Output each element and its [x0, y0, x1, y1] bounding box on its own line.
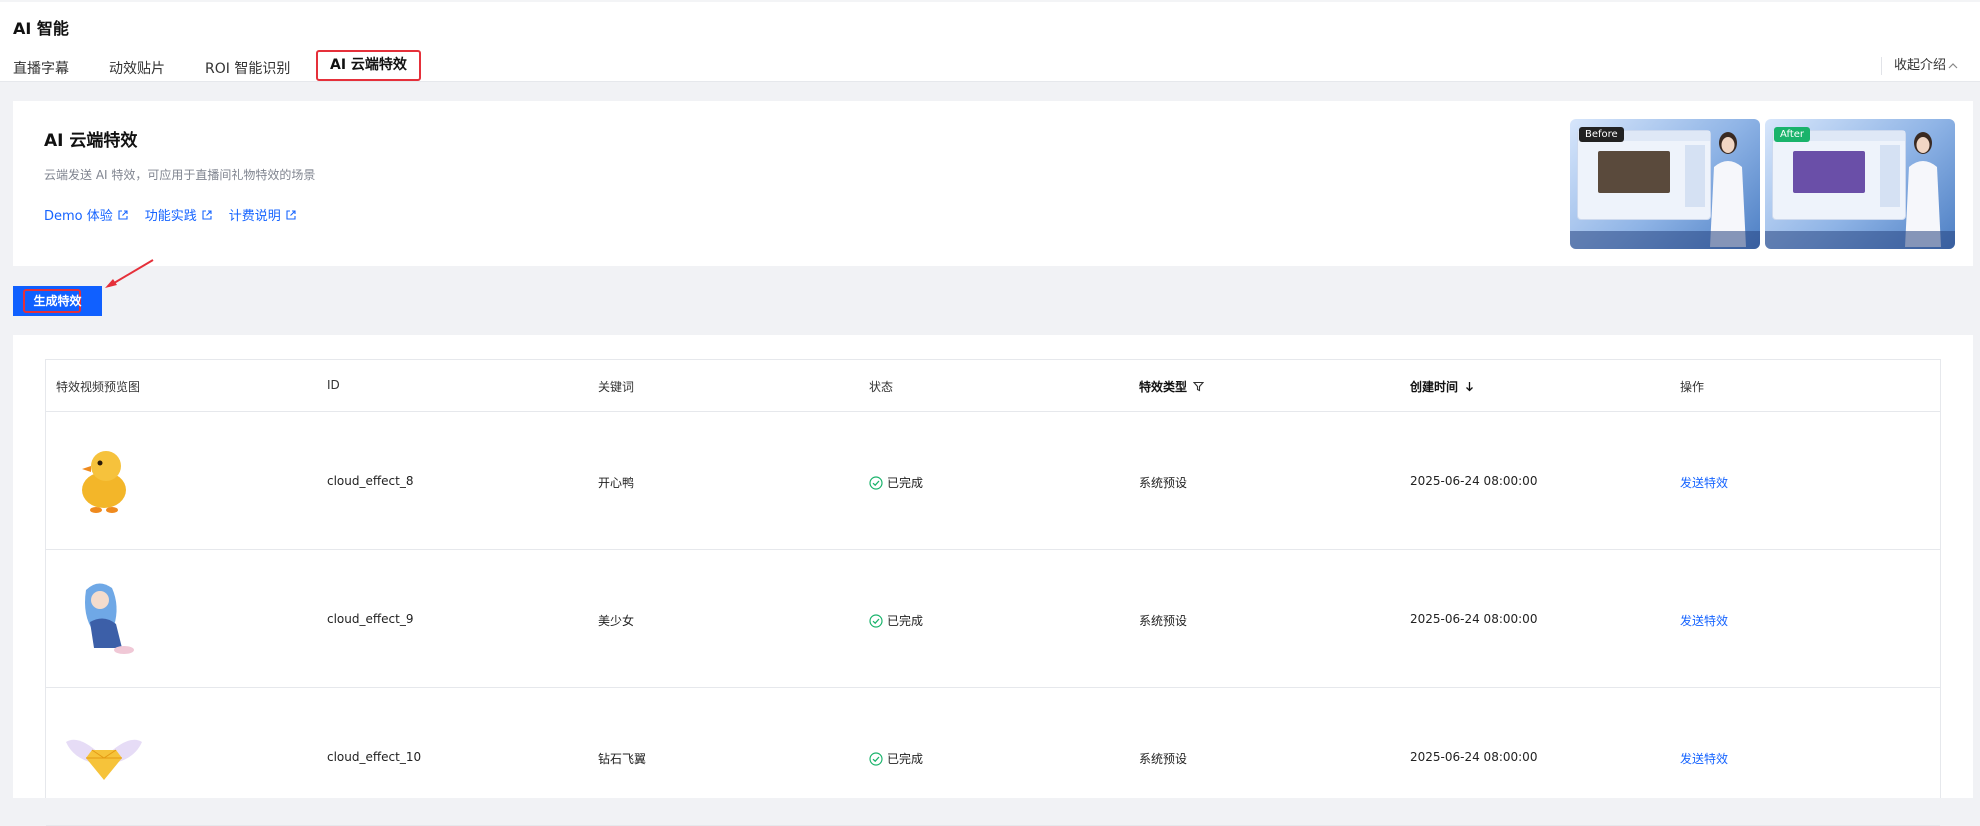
effect-keyword: 钻石飞翼 — [598, 752, 647, 766]
column-keyword: 关键词 — [598, 380, 635, 394]
preview-screen — [1578, 131, 1710, 219]
column-status: 状态 — [869, 380, 894, 394]
effect-id: cloud_effect_10 — [327, 750, 422, 764]
effect-keyword: 开心鸭 — [598, 476, 635, 490]
send-effect-link[interactable]: 发送特效 — [1680, 750, 1728, 767]
before-badge: Before — [1579, 127, 1624, 142]
presenter-illustration — [1905, 132, 1941, 247]
demo-link[interactable]: Demo 体验 — [44, 205, 128, 224]
column-id: ID — [327, 378, 340, 392]
column-created-time[interactable]: 创建时间 — [1410, 378, 1475, 395]
effect-id: cloud_effect_9 — [327, 612, 414, 626]
send-effect-link[interactable]: 发送特效 — [1680, 612, 1728, 629]
column-preview: 特效视频预览图 — [56, 380, 141, 394]
annotation-arrow-icon — [105, 259, 154, 288]
duck-effect-thumbnail — [82, 451, 126, 513]
table-row: cloud_effect_8 开心鸭 已完成 系统预设 2025-06-24 0… — [46, 412, 1940, 550]
filter-icon[interactable] — [1193, 381, 1205, 392]
column-created-time-label: 创建时间 — [1410, 380, 1459, 394]
tab-live-subtitles[interactable]: 直播字幕 — [13, 58, 69, 78]
external-link-icon — [286, 209, 296, 220]
tab-ai-cloud-effects[interactable]: AI 云端特效 — [316, 50, 421, 81]
page-title: AI 智能 — [13, 19, 69, 38]
chevron-up-icon — [1948, 63, 1958, 69]
table-header: 特效视频预览图 ID 关键词 状态 特效类型 创建时间 操作 — [46, 360, 1940, 412]
check-circle-icon — [869, 475, 883, 490]
effect-id: cloud_effect_8 — [327, 474, 414, 488]
send-effect-link[interactable]: 发送特效 — [1680, 474, 1728, 491]
effects-table-card: 特效视频预览图 ID 关键词 状态 特效类型 创建时间 操作 cloud_eff… — [13, 335, 1973, 826]
effects-table: 特效视频预览图 ID 关键词 状态 特效类型 创建时间 操作 cloud_eff… — [45, 359, 1941, 826]
check-circle-icon — [869, 751, 883, 766]
practice-link[interactable]: 功能实践 — [145, 205, 212, 224]
effect-type: 系统预设 — [1139, 614, 1188, 628]
created-time: 2025-06-24 08:00:00 — [1410, 474, 1538, 488]
tab-roi-recognition[interactable]: ROI 智能识别 — [205, 58, 290, 78]
intro-description: 云端发送 AI 特效，可应用于直播间礼物特效的场景 — [44, 168, 316, 182]
effect-type: 系统预设 — [1139, 476, 1188, 490]
top-bar: AI 智能 直播字幕 动效贴片 ROI 智能识别 AI 云端特效 收起介绍 — [0, 0, 1980, 82]
external-link-icon — [118, 209, 128, 220]
practice-link-label: 功能实践 — [144, 209, 197, 224]
intro-links: Demo 体验 功能实践 计费说明 — [44, 205, 296, 224]
table-row: cloud_effect_9 美少女 已完成 系统预设 2025-06-24 0… — [46, 550, 1940, 688]
collapse-intro-label: 收起介绍 — [1893, 58, 1946, 73]
status-badge: 已完成 — [869, 750, 923, 767]
intro-title: AI 云端特效 — [44, 131, 138, 151]
top-divider — [0, 0, 1980, 2]
created-time: 2025-06-24 08:00:00 — [1410, 750, 1538, 764]
status-label: 已完成 — [887, 614, 924, 628]
girl-effect-thumbnail — [85, 583, 134, 654]
before-preview-image: Before — [1570, 119, 1760, 249]
generate-effect-label: 生成特效 — [33, 294, 82, 308]
effect-type: 系统预设 — [1139, 752, 1188, 766]
table-row: cloud_effect_10 钻石飞翼 已完成 系统预设 2025-06-24… — [46, 688, 1940, 826]
column-effect-type-label: 特效类型 — [1139, 380, 1188, 394]
created-time: 2025-06-24 08:00:00 — [1410, 612, 1538, 626]
preview-caption-bar — [1765, 231, 1955, 249]
demo-link-label: Demo 体验 — [44, 209, 113, 224]
after-preview-image: After — [1765, 119, 1955, 249]
status-label: 已完成 — [887, 752, 924, 766]
sort-down-icon[interactable] — [1464, 381, 1475, 392]
status-badge: 已完成 — [869, 474, 923, 491]
generate-effect-button[interactable]: 生成特效 — [13, 286, 102, 316]
intro-card: AI 云端特效 云端发送 AI 特效，可应用于直播间礼物特效的场景 Demo 体… — [13, 101, 1973, 266]
diamond-wings-effect-thumbnail — [66, 739, 142, 780]
column-actions: 操作 — [1680, 380, 1705, 394]
preview-caption-bar — [1570, 231, 1760, 249]
status-badge: 已完成 — [869, 612, 923, 629]
status-label: 已完成 — [887, 476, 924, 490]
check-circle-icon — [869, 613, 883, 628]
collapse-intro-button[interactable]: 收起介绍 — [1880, 57, 1958, 75]
external-link-icon — [202, 209, 212, 220]
effect-keyword: 美少女 — [598, 614, 635, 628]
presenter-illustration — [1710, 132, 1746, 247]
billing-link[interactable]: 计费说明 — [229, 205, 296, 224]
preview-screen — [1773, 131, 1905, 219]
billing-link-label: 计费说明 — [228, 209, 281, 224]
column-effect-type[interactable]: 特效类型 — [1139, 378, 1205, 395]
tab-motion-stickers[interactable]: 动效贴片 — [109, 58, 165, 78]
after-badge: After — [1774, 127, 1811, 142]
